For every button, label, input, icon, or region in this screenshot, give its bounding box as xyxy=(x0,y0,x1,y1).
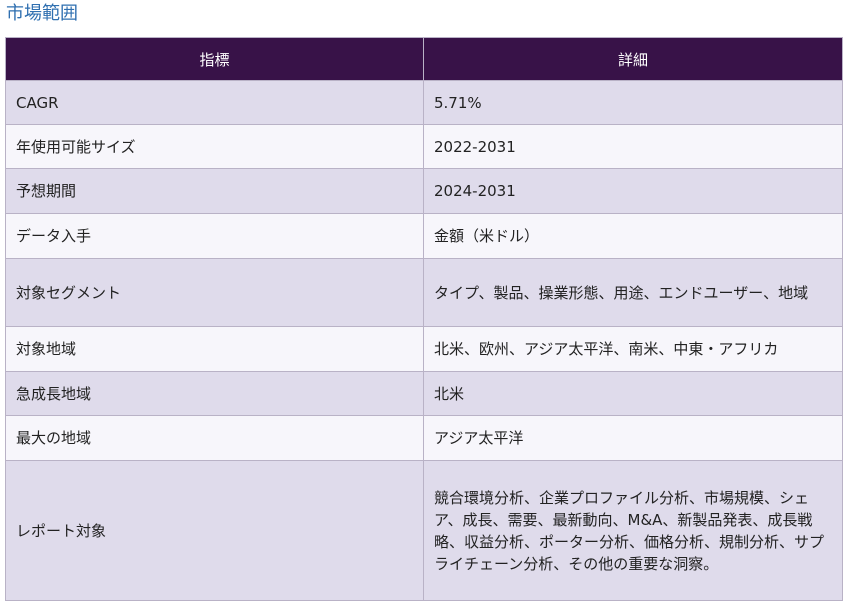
row-value: 2022-2031 xyxy=(423,124,843,169)
table-row: データ入手 金額（米ドル） xyxy=(5,213,843,259)
table-row: 対象セグメント タイプ、製品、操業形態、用途、エンドユーザー、地域 xyxy=(5,258,843,327)
row-value: 北米 xyxy=(423,371,843,416)
row-label: 急成長地域 xyxy=(5,371,424,416)
header-details: 詳細 xyxy=(423,37,843,81)
table-row: 急成長地域 北米 xyxy=(5,371,843,416)
row-label: 対象セグメント xyxy=(5,258,424,327)
row-label: レポート対象 xyxy=(5,460,424,601)
table-row: CAGR 5.71% xyxy=(5,80,843,125)
row-value: 競合環境分析、企業プロファイル分析、市場規模、シェア、成長、需要、最新動向、M&… xyxy=(423,460,843,601)
table-row: 年使用可能サイズ 2022-2031 xyxy=(5,124,843,169)
market-scope-table: 指標 詳細 CAGR 5.71% 年使用可能サイズ 2022-2031 予想期間… xyxy=(5,37,843,601)
table-row: 予想期間 2024-2031 xyxy=(5,168,843,214)
row-value: 北米、欧州、アジア太平洋、南米、中東・アフリカ xyxy=(423,326,843,372)
section-title: 市場範囲 xyxy=(6,3,78,24)
table-row: 最大の地域 アジア太平洋 xyxy=(5,415,843,461)
row-label: データ入手 xyxy=(5,213,424,259)
row-value: 2024-2031 xyxy=(423,168,843,214)
row-label: 予想期間 xyxy=(5,168,424,214)
row-label: CAGR xyxy=(5,80,424,125)
table-header-row: 指標 詳細 xyxy=(5,37,843,81)
header-metric: 指標 xyxy=(5,37,424,81)
table-row: レポート対象 競合環境分析、企業プロファイル分析、市場規模、シェア、成長、需要、… xyxy=(5,460,843,601)
row-label: 最大の地域 xyxy=(5,415,424,461)
row-value: 金額（米ドル） xyxy=(423,213,843,259)
row-label: 対象地域 xyxy=(5,326,424,372)
table-row: 対象地域 北米、欧州、アジア太平洋、南米、中東・アフリカ xyxy=(5,326,843,372)
row-value: アジア太平洋 xyxy=(423,415,843,461)
row-label: 年使用可能サイズ xyxy=(5,124,424,169)
row-value: タイプ、製品、操業形態、用途、エンドユーザー、地域 xyxy=(423,258,843,327)
row-value: 5.71% xyxy=(423,80,843,125)
